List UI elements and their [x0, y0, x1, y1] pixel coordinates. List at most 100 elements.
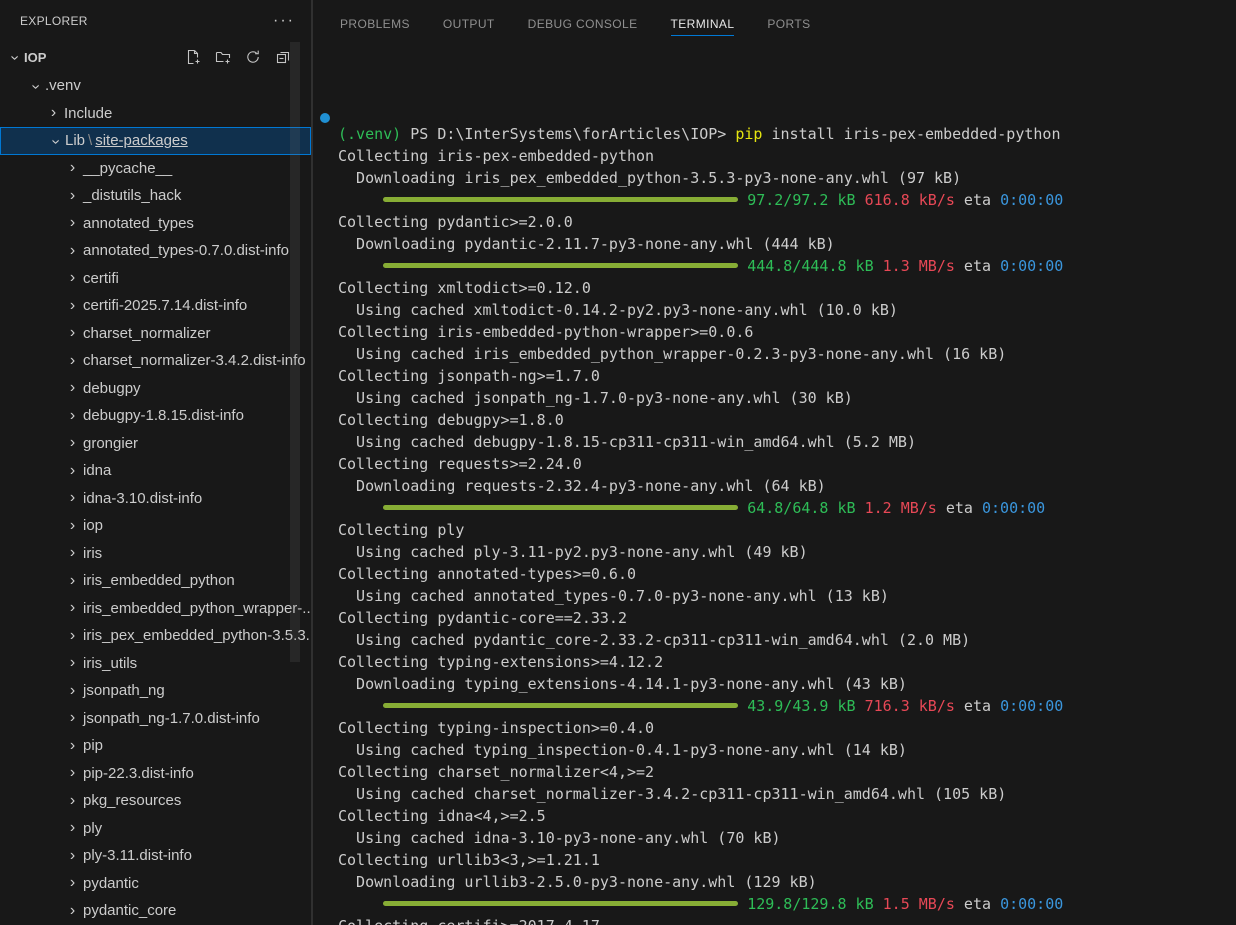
terminal-line: Downloading pydantic-2.11.7-py3-none-any… — [338, 233, 1236, 255]
tree-item-grongier[interactable]: ›grongier — [0, 430, 311, 458]
tree-item-label: charset_normalizer-3.4.2.dist-info — [83, 352, 306, 369]
tree-item-pydantic[interactable]: ›pydantic — [0, 870, 311, 898]
tab-debug-console[interactable]: DEBUG CONSOLE — [528, 12, 638, 36]
tree-item-annotated_types[interactable]: ›annotated_types — [0, 210, 311, 238]
terminal-text: Using cached pydantic_core-2.33.2-cp311-… — [338, 631, 970, 649]
tree-item-label: grongier — [83, 435, 138, 452]
chevron-down-icon: › — [6, 48, 22, 67]
terminal-text: eta — [955, 191, 1000, 209]
terminal-text: Using cached jsonpath_ng-1.7.0-py3-none-… — [338, 389, 853, 407]
tree-item-.venv[interactable]: ›.venv — [0, 72, 311, 100]
terminal-line: 43.9/43.9 kB 716.3 kB/s eta 0:00:00 — [338, 695, 1236, 717]
terminal-line: Using cached jsonpath_ng-1.7.0-py3-none-… — [338, 387, 1236, 409]
terminal-line: Collecting debugpy>=1.8.0 — [338, 409, 1236, 431]
tree-item-Lib[interactable]: ›Lib\site-packages — [0, 127, 311, 155]
chevron-right-icon: › — [63, 435, 82, 451]
terminal-line: 129.8/129.8 kB 1.5 MB/s eta 0:00:00 — [338, 893, 1236, 915]
tree-item-label: iop — [83, 517, 103, 534]
download-progress-bar — [383, 703, 738, 708]
tree-item-debugpy[interactable]: ›debugpy — [0, 375, 311, 403]
tree-item-debugpy-1.8.15.dist-info[interactable]: ›debugpy-1.8.15.dist-info — [0, 402, 311, 430]
tree-item-jsonpath_ng[interactable]: ›jsonpath_ng — [0, 677, 311, 705]
tree-item-charset_normalizer-3.4.2.dist-info[interactable]: ›charset_normalizer-3.4.2.dist-info — [0, 347, 311, 375]
new-file-button[interactable] — [182, 47, 203, 68]
tree-item-idna[interactable]: ›idna — [0, 457, 311, 485]
tree-item-__pycache__[interactable]: ›__pycache__ — [0, 155, 311, 183]
terminal-text — [856, 697, 865, 715]
tree-item-annotated_types-0.7.0.dist-info[interactable]: ›annotated_types-0.7.0.dist-info — [0, 237, 311, 265]
tree-item-charset_normalizer[interactable]: ›charset_normalizer — [0, 320, 311, 348]
tree-item-iop[interactable]: ›iop — [0, 512, 311, 540]
terminal-text: 0:00:00 — [1000, 191, 1063, 209]
terminal-text — [338, 895, 383, 913]
tree-item-ply-3.11.dist-info[interactable]: ›ply-3.11.dist-info — [0, 842, 311, 870]
tree-item-pydantic_core[interactable]: ›pydantic_core — [0, 897, 311, 925]
terminal-text: 64.8/64.8 kB — [747, 499, 855, 517]
more-actions-icon[interactable]: ··· — [273, 16, 295, 26]
terminal-text: Using cached debugpy-1.8.15-cp311-cp311-… — [338, 433, 916, 451]
terminal-text: (.venv) — [338, 125, 401, 143]
terminal-line: Collecting pydantic-core==2.33.2 — [338, 607, 1236, 629]
terminal-line: (.venv) PS D:\InterSystems\forArticles\I… — [338, 123, 1236, 145]
tree-item-certifi-2025.7.14.dist-info[interactable]: ›certifi-2025.7.14.dist-info — [0, 292, 311, 320]
tree-item-label: ply — [83, 820, 102, 837]
tree-item-jsonpath_ng-1.7.0.dist-info[interactable]: ›jsonpath_ng-1.7.0.dist-info — [0, 705, 311, 733]
chevron-right-icon: › — [63, 710, 82, 726]
tab-output[interactable]: OUTPUT — [443, 12, 495, 36]
tree-item-iris[interactable]: ›iris — [0, 540, 311, 568]
tree-item-iris_embedded_python[interactable]: ›iris_embedded_python — [0, 567, 311, 595]
tab-problems[interactable]: PROBLEMS — [340, 12, 410, 36]
tree-item-Include[interactable]: ›Include — [0, 100, 311, 128]
tab-ports[interactable]: PORTS — [767, 12, 810, 36]
chevron-down-icon: › — [27, 77, 43, 96]
terminal-text: 616.8 kB/s — [865, 191, 955, 209]
terminal-line: Collecting ply — [338, 519, 1236, 541]
sidebar-scrollbar[interactable] — [290, 42, 300, 662]
tree-item-label: annotated_types — [83, 215, 194, 232]
tree-item-iris_pex_embedded_python-3.5.3...[interactable]: ›iris_pex_embedded_python-3.5.3... — [0, 622, 311, 650]
chevron-right-icon: › — [63, 188, 82, 204]
terminal-text: Collecting debugpy>=1.8.0 — [338, 411, 564, 429]
terminal-text: Collecting annotated-types>=0.6.0 — [338, 565, 636, 583]
chevron-right-icon: › — [63, 298, 82, 314]
tab-terminal[interactable]: TERMINAL — [671, 12, 735, 36]
terminal-line: Using cached ply-3.11-py2.py3-none-any.w… — [338, 541, 1236, 563]
chevron-right-icon: › — [63, 270, 82, 286]
tree-item-pip-22.3.dist-info[interactable]: ›pip-22.3.dist-info — [0, 760, 311, 788]
tree-item-ply[interactable]: ›ply — [0, 815, 311, 843]
terminal-line: Using cached xmltodict-0.14.2-py2.py3-no… — [338, 299, 1236, 321]
terminal-text: Using cached typing_inspection-0.4.1-py3… — [338, 741, 907, 759]
tree-item-idna-3.10.dist-info[interactable]: ›idna-3.10.dist-info — [0, 485, 311, 513]
new-folder-button[interactable] — [212, 47, 233, 68]
collapse-all-icon — [275, 49, 291, 65]
terminal-output[interactable]: (.venv) PS D:\InterSystems\forArticles\I… — [313, 48, 1236, 925]
terminal-text: Collecting iris-pex-embedded-python — [338, 147, 654, 165]
terminal-line: Collecting xmltodict>=0.12.0 — [338, 277, 1236, 299]
tree-item-label: Include — [64, 105, 112, 122]
chevron-right-icon: › — [63, 490, 82, 506]
refresh-button[interactable] — [242, 47, 263, 68]
chevron-right-icon: › — [44, 105, 63, 121]
chevron-right-icon: › — [63, 793, 82, 809]
terminal-text — [338, 499, 383, 517]
chevron-right-icon: › — [63, 738, 82, 754]
terminal-text: 129.8/129.8 kB — [747, 895, 873, 913]
chevron-right-icon: › — [63, 820, 82, 836]
tree-item-certifi[interactable]: ›certifi — [0, 265, 311, 293]
tree-item-label: pip-22.3.dist-info — [83, 765, 194, 782]
terminal-text: eta — [937, 499, 982, 517]
download-progress-bar — [383, 197, 738, 202]
terminal-text: Collecting charset_normalizer<4,>=2 — [338, 763, 654, 781]
tree-item-iris_embedded_python_wrapper-...[interactable]: ›iris_embedded_python_wrapper-... — [0, 595, 311, 623]
terminal-command-decoration-icon[interactable] — [320, 113, 330, 123]
terminal-line: Downloading iris_pex_embedded_python-3.5… — [338, 167, 1236, 189]
terminal-text: pip — [735, 125, 762, 143]
chevron-right-icon: › — [63, 463, 82, 479]
tree-item-label: debugpy-1.8.15.dist-info — [83, 407, 244, 424]
tree-item-_distutils_hack[interactable]: ›_distutils_hack — [0, 182, 311, 210]
tree-item-pkg_resources[interactable]: ›pkg_resources — [0, 787, 311, 815]
tree-item-pip[interactable]: ›pip — [0, 732, 311, 760]
explorer-section-header[interactable]: › IOP — [0, 42, 311, 72]
tree-item-iris_utils[interactable]: ›iris_utils — [0, 650, 311, 678]
terminal-text: Collecting ply — [338, 521, 464, 539]
